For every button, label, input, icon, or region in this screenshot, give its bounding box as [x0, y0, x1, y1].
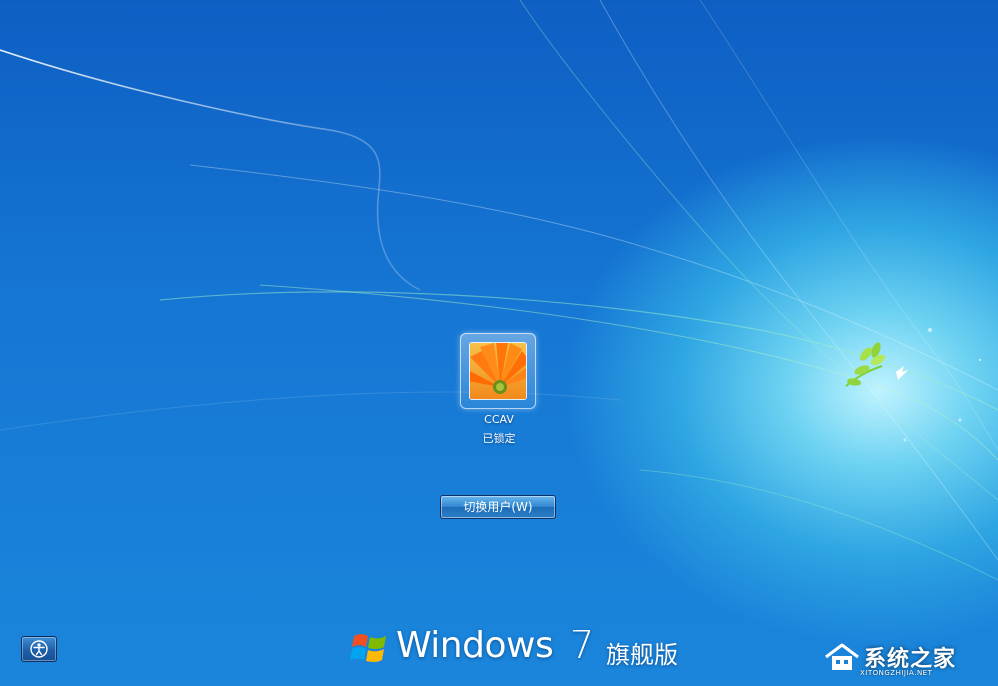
leaf-bird-graphic [838, 326, 918, 406]
user-name: CCAV [420, 413, 578, 426]
user-avatar [470, 343, 526, 399]
house-logo-icon [822, 641, 862, 673]
watermark-url: XITONGZHIJIA.NET [860, 669, 932, 677]
user-status: 已锁定 [420, 430, 578, 446]
windows-version: 7 [570, 623, 594, 667]
windows-wordmark: Windows [396, 625, 553, 666]
flower-picture-icon [470, 343, 526, 399]
user-account-tile[interactable] [460, 333, 536, 409]
ease-of-access-icon [30, 640, 48, 658]
windows-flag-icon [350, 630, 390, 666]
ease-of-access-button[interactable] [21, 636, 57, 662]
switch-user-button[interactable]: 切换用户(W) [440, 495, 556, 519]
windows-edition: 旗舰版 [606, 635, 678, 670]
site-watermark: 系统之家 XITONGZHIJIA.NET [822, 637, 990, 681]
